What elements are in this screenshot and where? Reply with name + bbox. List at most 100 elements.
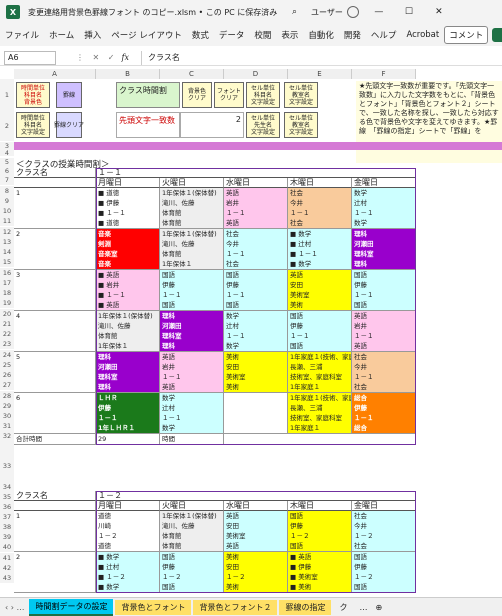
class-name-label[interactable]: クラス名 [14, 168, 96, 178]
row-header[interactable]: 12 [0, 227, 14, 237]
tab-help[interactable]: ヘルプ [366, 29, 402, 41]
avatar[interactable] [346, 6, 359, 18]
tab-page-layout[interactable]: ページ レイアウト [106, 29, 187, 41]
row-header[interactable]: 11 [0, 216, 14, 226]
font-clear-button[interactable]: フォント クリア [214, 82, 244, 108]
row-header[interactable]: 30 [0, 411, 14, 421]
row-header[interactable]: 39 [0, 532, 14, 542]
row-header[interactable]: 31 [0, 421, 14, 431]
period-number[interactable]: 5 [14, 352, 96, 393]
total-label[interactable]: 合計時間 [14, 434, 96, 445]
minimize-button[interactable]: — [369, 7, 389, 17]
row-header[interactable]: 20 [0, 309, 14, 319]
period-number[interactable]: 4 [14, 311, 96, 352]
name-box[interactable]: A6 [4, 50, 56, 65]
sheet-tab-timetable-data[interactable]: 時間割データの設定 [29, 598, 114, 616]
tab-view[interactable]: 表示 [276, 29, 303, 41]
row-header[interactable]: 28 [0, 391, 14, 401]
period-number[interactable]: 6 [14, 393, 96, 434]
class-name-label[interactable]: クラス名 [14, 491, 96, 501]
col-header-f[interactable]: F [352, 69, 416, 79]
row-header[interactable]: 27 [0, 380, 14, 390]
more-tabs-icon[interactable]: … [355, 603, 371, 612]
row-header[interactable]: 18 [0, 288, 14, 298]
period-number[interactable]: 3 [14, 270, 96, 311]
tab-nav-arrows[interactable]: ‹ › … [0, 603, 29, 612]
cell-teacher-font-button[interactable]: セル単位 先生名 文字設定 [246, 112, 280, 138]
row-header[interactable]: 16 [0, 268, 14, 278]
cell-subject-font-button[interactable]: セル単位 科目名 文字設定 [246, 82, 280, 108]
bg-color-button[interactable]: 時間単位 科目名 背景色 [16, 82, 50, 108]
row-header[interactable]: 4 [0, 150, 14, 156]
spreadsheet-grid[interactable]: 時間単位 科目名 背景色 罫線 時間単位 科目名 文字設定 罫線クリア クラス時… [14, 79, 502, 593]
comment-button[interactable]: コメント [444, 26, 489, 44]
sheet-tab-bg-font[interactable]: 背景色とフォント [115, 599, 192, 615]
period-number[interactable]: 1 [14, 188, 96, 229]
row-header[interactable]: 15 [0, 257, 14, 267]
row-header[interactable]: 29 [0, 401, 14, 411]
formula-input[interactable]: クラス名 [140, 50, 502, 65]
row-header[interactable]: 41 [0, 553, 14, 563]
cell-room-font-button-2[interactable]: セル単位 教室名 文字設定 [284, 112, 318, 138]
row-header[interactable]: 17 [0, 278, 14, 288]
day-header-blank[interactable] [14, 501, 96, 511]
row-header[interactable]: 5 [0, 158, 14, 167]
tab-developer[interactable]: 開発 [339, 29, 366, 41]
maximize-button[interactable]: ☐ [399, 7, 419, 17]
row-header[interactable]: 13 [0, 237, 14, 247]
row-header[interactable]: 2 [0, 111, 14, 141]
close-button[interactable]: ✕ [429, 7, 449, 17]
tab-formulas[interactable]: 数式 [187, 29, 214, 41]
search-icon[interactable]: ⌕ [292, 7, 297, 17]
row-header[interactable]: 37 [0, 512, 14, 522]
row-header[interactable]: 10 [0, 206, 14, 216]
row-header[interactable]: 23 [0, 339, 14, 349]
share-button[interactable] [492, 28, 502, 42]
sheet-tab-border[interactable]: 罫線の指定 [279, 599, 332, 615]
row-header[interactable]: 43 [0, 573, 14, 583]
col-header-d[interactable]: D [224, 69, 288, 79]
tab-review[interactable]: 校閲 [249, 29, 276, 41]
sheet-tab-bg-font-2[interactable]: 背景色とフォント２ [193, 599, 278, 615]
border-button[interactable]: 罫線 [56, 82, 82, 108]
row-header[interactable]: 8 [0, 186, 14, 196]
row-header[interactable]: 7 [0, 176, 14, 185]
window-title[interactable]: 変更連絡用背景色罫線フォント のコピー.xlsm • この PC に保存済み ∨ [28, 7, 278, 18]
row-header[interactable]: 38 [0, 522, 14, 532]
row-header[interactable]: 26 [0, 370, 14, 380]
row-header[interactable]: 1 [0, 79, 14, 111]
tab-insert[interactable]: 挿入 [79, 29, 106, 41]
sheet-tab-more[interactable]: ク [333, 600, 353, 615]
row-header[interactable]: 42 [0, 563, 14, 573]
row-header[interactable]: 9 [0, 196, 14, 206]
row-header[interactable]: 40 [0, 542, 14, 552]
add-sheet-icon[interactable]: ⊕ [371, 603, 386, 612]
day-header-blank[interactable] [14, 178, 96, 188]
row-header[interactable]: 24 [0, 350, 14, 360]
row-header[interactable]: 14 [0, 247, 14, 257]
col-header-e[interactable]: E [288, 69, 352, 79]
col-header-c[interactable]: C [160, 69, 224, 79]
row-header[interactable]: 22 [0, 329, 14, 339]
user-name[interactable]: ユーザー [311, 7, 343, 18]
period-number[interactable]: 2 [14, 552, 96, 593]
cell-room-font-button[interactable]: セル単位 教室名 文字設定 [284, 82, 318, 108]
tab-acrobat[interactable]: Acrobat [401, 30, 444, 40]
tab-automate[interactable]: 自動化 [303, 29, 339, 41]
row-header[interactable]: 25 [0, 360, 14, 370]
col-header-a[interactable]: A [14, 69, 96, 79]
row-header[interactable]: 35 [0, 492, 14, 502]
tab-data[interactable]: データ [214, 29, 250, 41]
font-setting-button[interactable]: 時間単位 科目名 文字設定 [16, 112, 50, 138]
row-header[interactable]: 34 [0, 482, 14, 492]
period-number[interactable]: 1 [14, 511, 96, 552]
row-header[interactable]: 32 [0, 431, 14, 441]
formula-icons[interactable]: ⋮ ✕ ✓ [76, 53, 118, 62]
col-header-b[interactable]: B [96, 69, 160, 79]
bg-clear-button[interactable]: 背景色 クリア [182, 82, 212, 108]
row-header[interactable]: 6 [0, 167, 14, 176]
fx-icon[interactable]: fx [122, 53, 129, 62]
prefix-match-input[interactable]: 2 [180, 112, 244, 138]
tab-file[interactable]: ファイル [0, 29, 44, 41]
period-number[interactable]: 2 [14, 229, 96, 270]
